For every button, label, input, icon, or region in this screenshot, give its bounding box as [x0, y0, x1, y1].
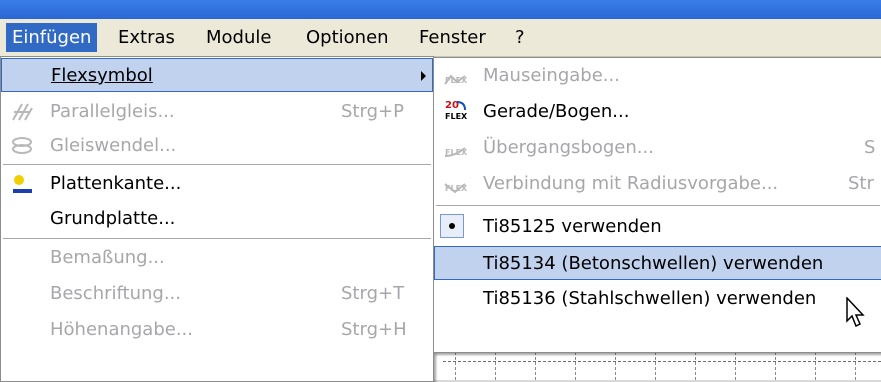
menu-help[interactable]: ?: [509, 23, 531, 52]
menu-item-label: Ti85125 verwenden: [483, 216, 662, 237]
menu-item-grundplatte[interactable]: Grundplatte...: [1, 202, 433, 236]
menu-item-gerade-bogen[interactable]: 20 FLEX Gerade/Bogen...: [434, 95, 881, 129]
menu-item-uebergangsbogen[interactable]: FLEX Übergangsbogen... S: [434, 131, 881, 165]
menu-item-hoehenangabe[interactable]: Höhenangabe... Strg+H: [1, 313, 433, 347]
menu-item-gleiswendel[interactable]: Gleiswendel...: [1, 129, 433, 163]
menu-item-label: Grundplatte...: [50, 208, 176, 229]
parallel-track-icon: [10, 100, 34, 124]
flex-straight-curve-icon: 20 FLEX: [445, 100, 468, 121]
menu-separator: [3, 238, 431, 239]
menu-item-bemassung[interactable]: Bemaßung...: [1, 241, 433, 275]
menu-item-shortcut: S: [864, 137, 876, 158]
menu-module[interactable]: Module: [200, 23, 277, 52]
window-title-bar: [0, 0, 881, 19]
menu-item-flexsymbol[interactable]: Flexsymbol: [1, 58, 433, 92]
menu-bar: Einfügen Extras Module Optionen Fenster …: [0, 19, 881, 57]
menu-item-label: Plattenkante...: [50, 173, 182, 194]
menu-item-parallelgleis[interactable]: Parallelgleis... Strg+P: [1, 95, 433, 129]
submenu-arrow-icon: [421, 71, 426, 81]
menu-item-plattenkante[interactable]: Plattenkante...: [1, 167, 433, 201]
menu-item-label: Mauseingabe...: [483, 65, 620, 86]
menu-item-shortcut: Strg+P: [341, 101, 404, 122]
menu-separator: [3, 164, 431, 165]
radio-check-icon: [440, 214, 464, 238]
menu-item-label: Gleiswendel...: [50, 135, 177, 156]
menu-item-mauseingabe[interactable]: FLEX Mauseingabe...: [434, 59, 881, 93]
menu-optionen[interactable]: Optionen: [300, 23, 395, 52]
menu-item-label: Bemaßung...: [50, 247, 165, 268]
menu-separator: [436, 205, 880, 206]
menu-item-label: Höhenangabe...: [50, 319, 193, 340]
menu-item-shortcut: Strg+T: [341, 283, 405, 304]
menu-item-label: Ti85134 (Betonschwellen) verwenden: [483, 253, 824, 274]
menu-item-label: Verbindung mit Radiusvorgabe...: [483, 173, 779, 194]
menu-item-label: Beschriftung...: [50, 283, 181, 304]
menu-item-beschriftung[interactable]: Beschriftung... Strg+T: [1, 277, 433, 311]
menu-item-label: Übergangsbogen...: [483, 137, 654, 158]
flexsymbol-submenu: FLEX Mauseingabe... 20 FLEX Gerade/Bogen…: [433, 57, 881, 353]
menu-item-label: Gerade/Bogen...: [483, 101, 630, 122]
menu-item-ti85136[interactable]: Ti85136 (Stahlschwellen) verwenden: [434, 282, 881, 316]
board-edge-icon: [10, 172, 34, 196]
einfuegen-dropdown-menu: Flexsymbol Parallelgleis... Strg+P Gleis…: [0, 56, 434, 382]
flex-transition-curve-icon: FLEX: [444, 147, 468, 157]
menu-item-shortcut: Str: [848, 173, 874, 194]
menu-item-shortcut: Strg+H: [341, 319, 407, 340]
menu-einfuegen[interactable]: Einfügen: [6, 23, 98, 52]
menu-item-label: Flexsymbol: [51, 65, 153, 86]
menu-item-label: Ti85136 (Stahlschwellen) verwenden: [483, 288, 817, 309]
menu-extras[interactable]: Extras: [112, 23, 181, 52]
flex-radius-connection-icon: FLEX: [444, 183, 468, 194]
menu-item-verbindung-radius[interactable]: FLEX Verbindung mit Radiusvorgabe... Str: [434, 167, 881, 201]
menu-item-label: Parallelgleis...: [50, 101, 175, 122]
menu-item-ti85134[interactable]: Ti85134 (Betonschwellen) verwenden: [434, 246, 881, 280]
flex-mouse-icon: FLEX: [444, 74, 468, 85]
menu-fenster[interactable]: Fenster: [413, 23, 492, 52]
menu-item-ti85125[interactable]: Ti85125 verwenden: [434, 210, 881, 244]
mouse-pointer-icon: [845, 296, 867, 329]
helix-icon: [10, 134, 34, 158]
